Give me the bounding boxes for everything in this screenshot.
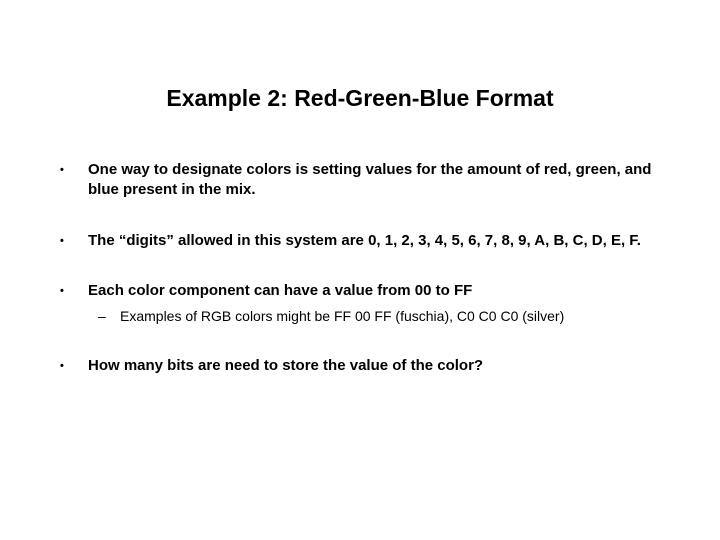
bullet-icon: • — [60, 281, 88, 299]
bullet-list: • One way to designate colors is setting… — [60, 160, 660, 376]
slide: Example 2: Red-Green-Blue Format • One w… — [0, 0, 720, 540]
bullet-icon: • — [60, 160, 88, 178]
sub-list-item: – Examples of RGB colors might be FF 00 … — [98, 307, 660, 326]
list-item: • How many bits are need to store the va… — [60, 356, 660, 376]
bullet-icon: • — [60, 231, 88, 249]
list-item: • Each color component can have a value … — [60, 281, 660, 326]
bullet-icon: • — [60, 356, 88, 374]
bullet-text: How many bits are need to store the valu… — [88, 356, 660, 376]
bullet-text: Each color component can have a value fr… — [88, 282, 472, 299]
sub-bullet-text: Examples of RGB colors might be FF 00 FF… — [120, 307, 564, 326]
dash-icon: – — [98, 307, 120, 326]
bullet-text: One way to designate colors is setting v… — [88, 160, 660, 201]
sub-bullet-list: – Examples of RGB colors might be FF 00 … — [88, 307, 660, 326]
list-item: • The “digits” allowed in this system ar… — [60, 231, 660, 251]
bullet-content: Each color component can have a value fr… — [88, 281, 660, 326]
slide-title: Example 2: Red-Green-Blue Format — [60, 85, 660, 112]
bullet-text: The “digits” allowed in this system are … — [88, 231, 660, 251]
list-item: • One way to designate colors is setting… — [60, 160, 660, 201]
